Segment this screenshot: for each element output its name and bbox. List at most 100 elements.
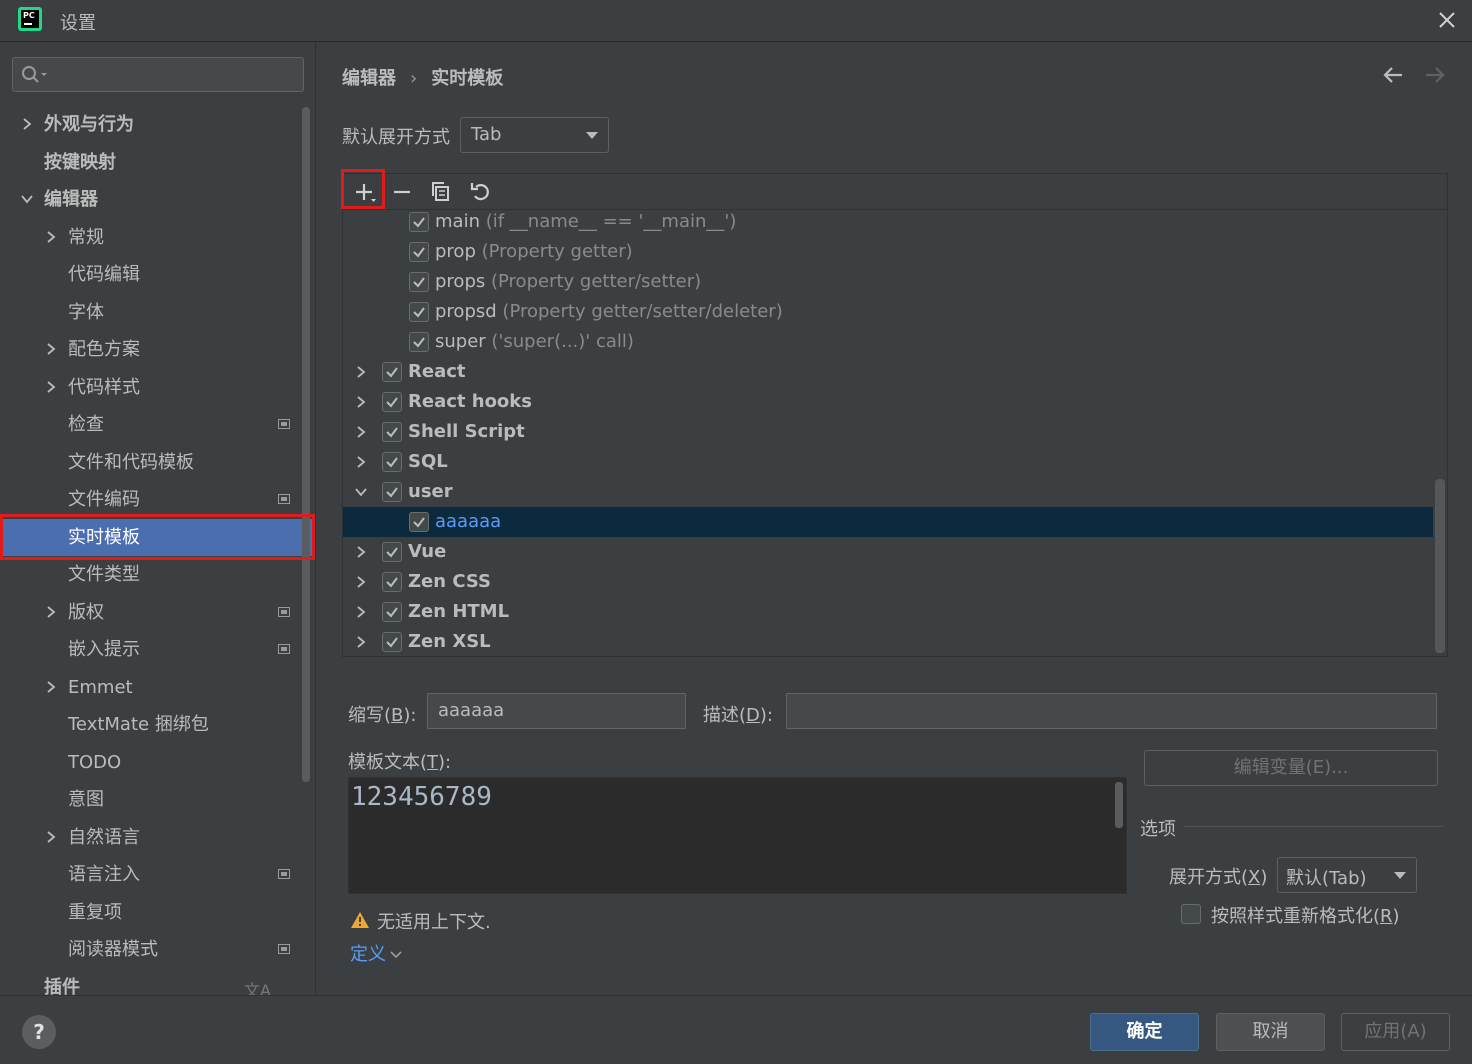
checkbox-checked[interactable]: [382, 572, 402, 592]
breadcrumb-current: 实时模板: [431, 68, 504, 89]
chevron-right-icon[interactable]: [354, 575, 368, 589]
checkbox-checked[interactable]: [382, 632, 402, 652]
sidebar-item-live-templates[interactable]: 实时模板: [0, 519, 315, 556]
template-item[interactable]: main (if __name__ == '__main__'): [343, 211, 1433, 237]
chevron-right-icon[interactable]: [354, 365, 368, 379]
sidebar-item-textmate[interactable]: TextMate 捆绑包: [0, 706, 315, 743]
sidebar-item-inspections[interactable]: 检查: [0, 406, 315, 443]
template-description: (Property getter/setter/deleter): [502, 301, 783, 322]
template-item[interactable]: prop (Property getter): [343, 237, 1433, 267]
sidebar-item-general[interactable]: 常规: [0, 219, 315, 256]
close-icon[interactable]: [1433, 6, 1461, 34]
checkbox-checked[interactable]: [409, 272, 429, 292]
checkbox-checked[interactable]: [382, 452, 402, 472]
chevron-right-icon[interactable]: [354, 635, 368, 649]
sidebar-item-natural-languages[interactable]: 自然语言: [0, 819, 315, 856]
edit-variables-button[interactable]: 编辑变量(E)...: [1144, 750, 1438, 786]
template-text-content: 123456789: [351, 782, 492, 812]
sidebar-item-copyright[interactable]: 版权: [0, 594, 315, 631]
template-item[interactable]: super ('super(...)' call): [343, 327, 1433, 357]
checkbox-checked[interactable]: [382, 362, 402, 382]
sidebar-item-reader-mode[interactable]: 阅读器模式: [0, 931, 315, 968]
reformat-checkbox[interactable]: [1181, 904, 1201, 924]
checkbox-checked[interactable]: [409, 332, 429, 352]
project-settings-icon: [278, 419, 290, 429]
sidebar-item-appearance[interactable]: 外观与行为: [0, 106, 315, 143]
checkbox-checked[interactable]: [409, 302, 429, 322]
template-group[interactable]: Vue: [343, 537, 1433, 567]
sidebar-item-duplicates[interactable]: 重复项: [0, 894, 315, 931]
sidebar-scrollbar[interactable]: [302, 107, 310, 782]
sidebar-item-intentions[interactable]: 意图: [0, 781, 315, 818]
checkbox-checked[interactable]: [382, 422, 402, 442]
copy-icon: [432, 182, 449, 201]
ok-button[interactable]: 确定: [1090, 1013, 1199, 1051]
settings-search[interactable]: [12, 57, 304, 92]
sidebar-item-keymap[interactable]: 按键映射: [0, 144, 315, 181]
description-field[interactable]: [786, 693, 1437, 729]
expand-with-dropdown[interactable]: 默认(Tab): [1277, 857, 1417, 893]
label-text: 按照样式重新格式化(: [1211, 906, 1381, 927]
chevron-right-icon[interactable]: [354, 545, 368, 559]
template-abbreviation: super: [435, 331, 486, 352]
sidebar-item-file-templates[interactable]: 文件和代码模板: [0, 444, 315, 481]
remove-button[interactable]: [388, 178, 416, 206]
template-abbreviation: prop: [435, 241, 476, 262]
sidebar-item-inlay-hints[interactable]: 嵌入提示: [0, 631, 315, 668]
sidebar-item-code-editing[interactable]: 代码编辑: [0, 256, 315, 293]
search-input[interactable]: [53, 61, 293, 88]
checkbox-checked[interactable]: [409, 512, 429, 532]
checkbox-checked[interactable]: [382, 392, 402, 412]
checkbox-checked[interactable]: [382, 482, 402, 502]
template-group[interactable]: Zen CSS: [343, 567, 1433, 597]
template-group[interactable]: React: [343, 357, 1433, 387]
apply-button[interactable]: 应用(A): [1341, 1013, 1450, 1051]
chevron-right-icon[interactable]: [354, 605, 368, 619]
template-text-editor[interactable]: 123456789: [348, 777, 1127, 894]
sidebar-item-label: 嵌入提示: [68, 639, 140, 660]
chevron-right-icon[interactable]: [354, 395, 368, 409]
template-group[interactable]: Zen XSL: [343, 627, 1433, 656]
template-abbreviation: propsd: [435, 301, 497, 322]
cancel-button[interactable]: 取消: [1216, 1013, 1325, 1051]
help-button[interactable]: ?: [22, 1015, 56, 1049]
sidebar-item-todo[interactable]: TODO: [0, 744, 315, 781]
template-group[interactable]: SQL: [343, 447, 1433, 477]
restore-defaults-button[interactable]: [467, 178, 495, 206]
sidebar-item-label: 代码样式: [68, 377, 140, 398]
chevron-right-icon[interactable]: [354, 455, 368, 469]
default-expand-dropdown[interactable]: Tab: [460, 117, 609, 153]
template-group[interactable]: Zen HTML: [343, 597, 1433, 627]
template-item[interactable]: props (Property getter/setter): [343, 267, 1433, 297]
forward-arrow-icon[interactable]: [1423, 64, 1447, 91]
template-text-scrollbar[interactable]: [1115, 782, 1123, 828]
chevron-down-icon: [21, 195, 33, 204]
define-context-link[interactable]: 定义: [350, 940, 402, 966]
copy-button[interactable]: [427, 178, 455, 206]
template-group[interactable]: user: [343, 477, 1433, 507]
chevron-right-icon[interactable]: [354, 425, 368, 439]
sidebar-item-emmet[interactable]: Emmet: [0, 669, 315, 706]
chevron-down-icon[interactable]: [354, 485, 368, 499]
sidebar-item-language-injections[interactable]: 语言注入: [0, 856, 315, 893]
checkmark-icon: [413, 217, 425, 228]
sidebar-item-editor[interactable]: 编辑器: [0, 181, 315, 218]
template-item[interactable]: propsd (Property getter/setter/deleter): [343, 297, 1433, 327]
sidebar-item-font[interactable]: 字体: [0, 294, 315, 331]
add-button[interactable]: [350, 178, 378, 206]
sidebar-item-file-types[interactable]: 文件类型: [0, 556, 315, 593]
sidebar-item-code-style[interactable]: 代码样式: [0, 369, 315, 406]
breadcrumb-parent[interactable]: 编辑器: [342, 68, 396, 89]
checkbox-checked[interactable]: [382, 602, 402, 622]
template-item-selected[interactable]: aaaaaa: [343, 507, 1433, 537]
checkbox-checked[interactable]: [409, 212, 429, 232]
sidebar-item-file-encodings[interactable]: 文件编码: [0, 481, 315, 518]
back-arrow-icon[interactable]: [1381, 64, 1405, 91]
checkbox-checked[interactable]: [382, 542, 402, 562]
templates-scrollbar[interactable]: [1435, 479, 1445, 653]
template-group[interactable]: Shell Script: [343, 417, 1433, 447]
abbreviation-field[interactable]: aaaaaa: [427, 693, 686, 729]
checkbox-checked[interactable]: [409, 242, 429, 262]
template-group[interactable]: React hooks: [343, 387, 1433, 417]
sidebar-item-color-scheme[interactable]: 配色方案: [0, 331, 315, 368]
